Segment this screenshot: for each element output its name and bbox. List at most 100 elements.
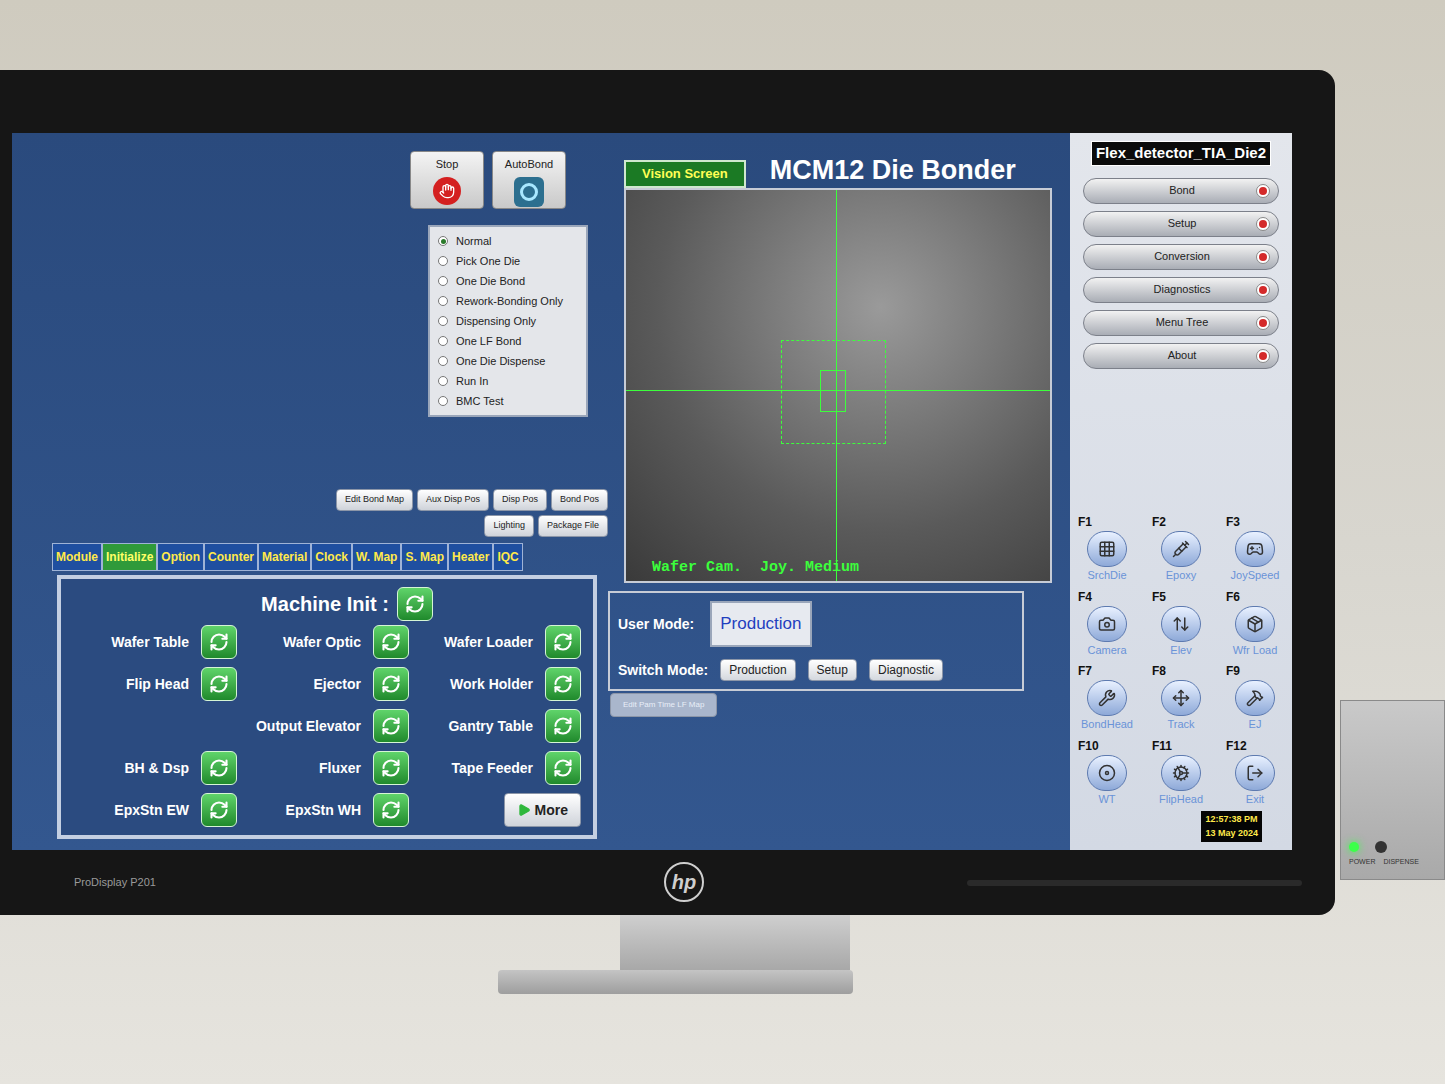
init-module[interactable]: Wafer Optic [245, 625, 409, 659]
sidebar-item[interactable]: Diagnostics [1083, 277, 1279, 303]
tab[interactable]: Material [258, 543, 311, 571]
init-icon[interactable] [545, 625, 581, 659]
function-key-icon [1087, 606, 1127, 642]
init-module[interactable]: BH & Dsp [73, 751, 237, 785]
init-module[interactable]: Wafer Table [73, 625, 237, 659]
init-module[interactable]: Tape Feeder [417, 751, 581, 785]
init-icon[interactable] [545, 709, 581, 743]
init-icon[interactable] [201, 625, 237, 659]
autobond-button[interactable]: AutoBond [492, 151, 566, 209]
init-module[interactable]: Work Holder [417, 667, 581, 701]
tab[interactable]: IQC [493, 543, 522, 571]
init-module[interactable]: Fluxer [245, 751, 409, 785]
refresh-icon [381, 758, 401, 778]
function-key-icon [1235, 531, 1275, 567]
tab[interactable]: Clock [311, 543, 352, 571]
stop-icon [433, 177, 461, 205]
mode-radio[interactable]: Dispensing Only [438, 311, 578, 331]
dispense-button[interactable] [1375, 841, 1387, 853]
init-module[interactable]: Wafer Loader [417, 625, 581, 659]
position-button[interactable]: Lighting [484, 515, 534, 537]
sidebar-item[interactable]: About [1083, 343, 1279, 369]
tab[interactable]: Heater [448, 543, 493, 571]
init-icon[interactable] [397, 587, 433, 621]
function-key[interactable]: F10WT [1074, 737, 1140, 808]
function-key[interactable]: F3JoySpeed [1222, 513, 1288, 584]
init-module[interactable]: Flip Head [73, 667, 237, 701]
init-icon[interactable] [545, 751, 581, 785]
mode-radio[interactable]: One Die Dispense [438, 351, 578, 371]
position-button[interactable]: Aux Disp Pos [417, 489, 489, 511]
indicator-icon [1256, 184, 1270, 198]
init-icon[interactable] [373, 793, 409, 827]
init-title: Machine Init : [261, 589, 389, 619]
init-module[interactable]: EpxStn WH [245, 793, 409, 827]
stop-button[interactable]: Stop [410, 151, 484, 209]
tab[interactable]: Option [157, 543, 204, 571]
function-key[interactable]: F1SrchDie [1074, 513, 1140, 584]
function-key[interactable]: F7BondHead [1074, 662, 1140, 733]
tab[interactable]: S. Map [401, 543, 448, 571]
init-module[interactable]: EpxStn EW [73, 793, 237, 827]
function-key[interactable]: F9EJ [1222, 662, 1288, 733]
play-icon [517, 803, 531, 817]
init-icon[interactable] [373, 667, 409, 701]
sidebar-item[interactable]: Bond [1083, 178, 1279, 204]
init-module[interactable]: Ejector [245, 667, 409, 701]
init-module[interactable]: Gantry Table [417, 709, 581, 743]
switch-mode-button[interactable]: Diagnostic [869, 659, 943, 681]
position-button[interactable]: Disp Pos [493, 489, 547, 511]
vision-tab[interactable]: Vision Screen [624, 160, 746, 188]
position-button[interactable]: Bond Pos [551, 489, 608, 511]
tab[interactable]: Initialize [102, 543, 157, 571]
mode-radio[interactable]: One LF Bond [438, 331, 578, 351]
sidebar-item[interactable]: Setup [1083, 211, 1279, 237]
mode-radio[interactable]: BMC Test [438, 391, 578, 411]
mode-radio[interactable]: One Die Bond [438, 271, 578, 291]
function-key-icon [1161, 606, 1201, 642]
tab[interactable]: Module [52, 543, 102, 571]
init-icon[interactable] [201, 793, 237, 827]
mode-radio[interactable]: Normal [438, 231, 578, 251]
camera-overlay: Wafer Cam. Joy. Medium [652, 557, 859, 580]
switch-mode-button[interactable]: Production [720, 659, 795, 681]
init-icon[interactable] [545, 667, 581, 701]
position-button[interactable]: Package File [538, 515, 608, 537]
tab[interactable]: Counter [204, 543, 258, 571]
more-button[interactable]: More [504, 793, 581, 827]
init-icon[interactable] [201, 751, 237, 785]
function-key[interactable]: F12Exit [1222, 737, 1288, 808]
monitor: StopAutoBond NormalPick One DieOne Die Bo… [0, 70, 1335, 915]
function-key[interactable]: F11FlipHead [1148, 737, 1214, 808]
power-led [1349, 842, 1359, 852]
mode-radio[interactable]: Pick One Die [438, 251, 578, 271]
indicator-icon [1256, 316, 1270, 330]
mode-radio[interactable]: Rework-Bonding Only [438, 291, 578, 311]
monitor-buttons[interactable] [967, 880, 1302, 886]
refresh-icon [209, 758, 229, 778]
control-column: StopAutoBond NormalPick One DieOne Die Bo… [12, 133, 624, 850]
init-icon[interactable] [201, 667, 237, 701]
switch-mode-button[interactable]: Setup [808, 659, 857, 681]
function-key[interactable]: F6Wfr Load [1222, 588, 1288, 659]
refresh-icon [405, 594, 425, 614]
position-button[interactable]: Edit Bond Map [336, 489, 413, 511]
sidebar-item[interactable]: Menu Tree [1083, 310, 1279, 336]
sidebar-item[interactable]: Conversion [1083, 244, 1279, 270]
init-icon[interactable] [373, 751, 409, 785]
function-key[interactable]: F8Track [1148, 662, 1214, 733]
init-module[interactable]: Output Elevator [245, 709, 409, 743]
init-icon[interactable] [373, 625, 409, 659]
function-key[interactable]: F5Elev [1148, 588, 1214, 659]
refresh-icon [381, 632, 401, 652]
crosshair-vertical [836, 190, 837, 581]
refresh-icon [553, 716, 573, 736]
vision-column: Vision ScreenMCM12 Die BonderWafer Cam. … [624, 133, 1056, 850]
mode-radio[interactable]: Run In [438, 371, 578, 391]
main-area: StopAutoBond NormalPick One DieOne Die Bo… [12, 133, 1070, 850]
init-icon[interactable] [373, 709, 409, 743]
function-key[interactable]: F4Camera [1074, 588, 1140, 659]
tab[interactable]: W. Map [352, 543, 401, 571]
function-key[interactable]: F2Epoxy [1148, 513, 1214, 584]
function-key-icon [1161, 531, 1201, 567]
